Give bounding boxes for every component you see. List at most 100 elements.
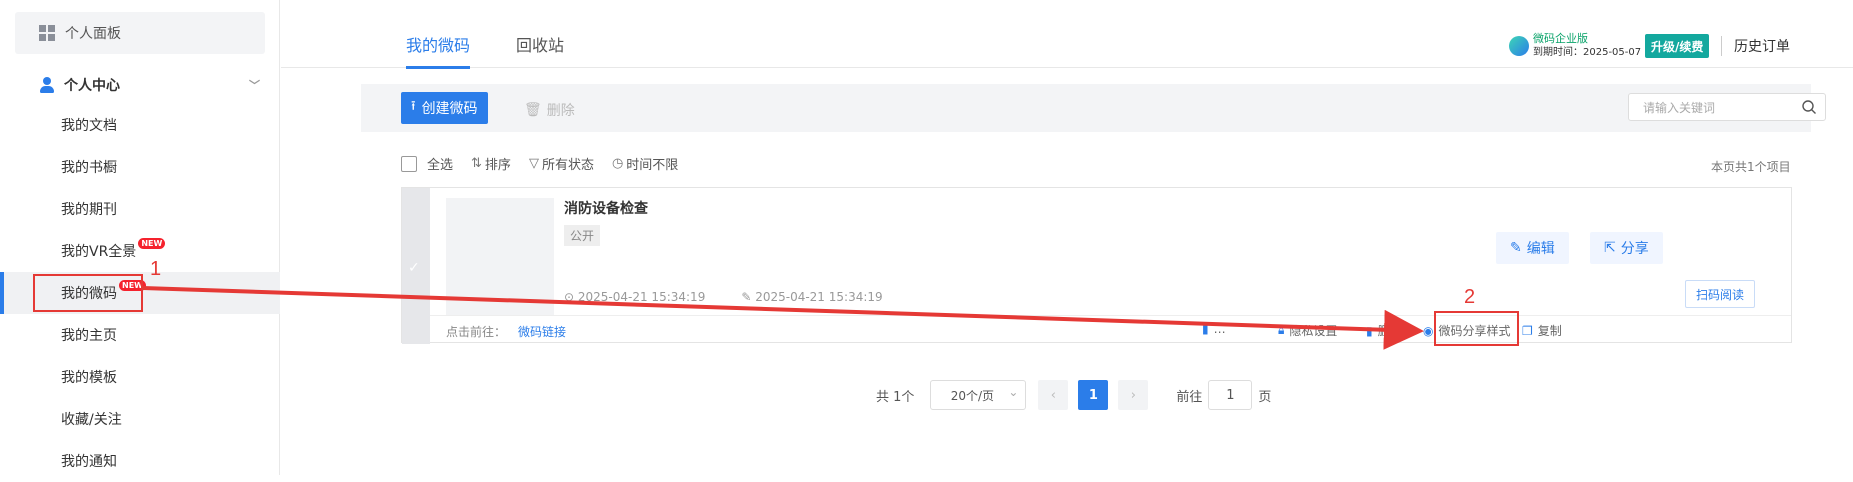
- partially-hidden-action[interactable]: ▮…: [1202, 322, 1226, 336]
- annotation-number-1: 1: [150, 258, 162, 280]
- card-action-bar: 点击前往： 微码链接 ▮… 🔒︎ 隐私设置 ▮ 删除 ◉ 微码分享样式 ❐ 复制: [430, 315, 1791, 342]
- delete-label: 删除: [546, 103, 575, 119]
- sidebar-center-label: 个人中心: [64, 78, 120, 94]
- trash-icon: ▮: [1366, 323, 1373, 338]
- sort-label: 排序: [484, 158, 511, 173]
- annotation-box-2: [1434, 311, 1519, 346]
- sidebar-panel-label: 个人面板: [65, 26, 121, 42]
- weima-logo-icon: [1509, 36, 1529, 56]
- upgrade-button[interactable]: 升级/续费: [1645, 34, 1710, 58]
- time-filter[interactable]: ◷ 时间不限: [612, 154, 678, 173]
- sidebar-item-documents[interactable]: 我的文档: [0, 104, 280, 146]
- user-icon: [38, 76, 56, 94]
- sidebar-item-vr[interactable]: 我的VR全景 NEW: [0, 230, 280, 272]
- page-number[interactable]: 1: [1078, 380, 1109, 410]
- sidebar-item-homepage[interactable]: 我的主页: [0, 314, 280, 356]
- copy-icon: ❐: [1522, 323, 1533, 338]
- sidebar-personal-panel[interactable]: 个人面板: [15, 12, 265, 54]
- card-title[interactable]: 消防设备检查: [564, 198, 648, 218]
- copy-label: 复制: [1537, 324, 1562, 338]
- goto-label: 点击前往：: [446, 325, 507, 339]
- item-count: 本页共1个项目: [1711, 160, 1791, 174]
- history-orders-link[interactable]: 历史订单: [1721, 36, 1790, 56]
- sidebar-item-templates[interactable]: 我的模板: [0, 356, 280, 398]
- scan-read-button[interactable]: 扫码阅读: [1685, 280, 1756, 308]
- updated-date-value: 2025-04-21 15:34:19: [755, 290, 883, 304]
- delete-action-label: 删除: [1377, 324, 1402, 338]
- clock-icon: ◷: [611, 156, 624, 171]
- status-filter[interactable]: ▽ 所有状态: [529, 154, 594, 173]
- sidebar-item-label: 我的主页: [61, 328, 117, 344]
- main-content: 我的微码 回收站 微码企业版 到期时间：2025-05-07 升级/续费 历史订…: [281, 0, 1853, 475]
- pencil-icon: ✎: [1510, 240, 1522, 256]
- pagination: 共 1个 20个/页 ‹ 1 › 前往 1 页: [876, 380, 1271, 410]
- share-label: 分享: [1620, 241, 1649, 257]
- sidebar-item-bookshelf[interactable]: 我的书橱: [0, 146, 280, 188]
- sidebar: 个人面板 个人中心 ﹀ 我的文档 我的书橱 我的期刊 我的VR全景 NEW 我的微…: [0, 0, 280, 475]
- share-icon: ⇱: [1604, 240, 1616, 256]
- lock-icon: 🔒︎: [1278, 323, 1285, 337]
- edit-button[interactable]: ✎ 编辑: [1496, 232, 1569, 264]
- time-label: 时间不限: [626, 158, 679, 173]
- goto-page-input[interactable]: 1: [1208, 380, 1253, 410]
- filter-bar: 全选 ⇅ 排序 ▽ 所有状态 ◷ 时间不限: [401, 154, 696, 173]
- select-all-label[interactable]: 全选: [427, 154, 453, 173]
- sidebar-personal-center[interactable]: 个人中心 ﹀: [38, 72, 268, 98]
- annotation-box-1: [33, 274, 143, 312]
- sidebar-item-label: 我的期刊: [61, 202, 117, 218]
- sidebar-item-label: 收藏/关注: [61, 412, 122, 428]
- privacy-settings-button[interactable]: 🔒︎ 隐私设置: [1278, 322, 1337, 339]
- expire-date: 到期时间：2025-05-07: [1533, 47, 1642, 58]
- toolbar: ⭱ 创建微码 🗑 删除 请输入关键词: [361, 84, 1826, 132]
- search-icon[interactable]: [1801, 99, 1817, 115]
- sidebar-item-journals[interactable]: 我的期刊: [0, 188, 280, 230]
- status-label: 所有状态: [541, 158, 594, 173]
- filter-icon: ▽: [528, 156, 539, 171]
- sidebar-item-label: 我的书橱: [61, 160, 117, 176]
- delete-action[interactable]: ▮ 删除: [1366, 322, 1402, 339]
- card-select-checkbox[interactable]: ✓: [402, 188, 430, 344]
- card-dates: ⊙ 2025-04-21 15:34:19 ✎ 2025-04-21 15:34…: [564, 290, 919, 304]
- sidebar-item-label: 我的通知: [61, 454, 117, 470]
- updated-date: ✎ 2025-04-21 15:34:19: [741, 290, 883, 304]
- sort-filter[interactable]: ⇅ 排序: [471, 154, 511, 173]
- next-page-button[interactable]: ›: [1118, 380, 1149, 410]
- enterprise-name: 微码企业版: [1533, 32, 1588, 45]
- partially-hidden-label: …: [1213, 322, 1226, 336]
- prev-page-button[interactable]: ‹: [1038, 380, 1069, 410]
- sidebar-item-notifications[interactable]: 我的通知: [0, 440, 280, 482]
- annotation-number-2: 2: [1464, 286, 1476, 308]
- share-button[interactable]: ⇱ 分享: [1590, 232, 1663, 264]
- page-unit-label: 页: [1258, 389, 1272, 405]
- sort-icon: ⇅: [471, 156, 482, 171]
- card-thumbnail[interactable]: [446, 198, 554, 318]
- delete-button[interactable]: 🗑 删除: [524, 100, 575, 120]
- tab-my-weima[interactable]: 我的微码: [406, 32, 471, 69]
- sidebar-item-label: 我的文档: [61, 118, 117, 134]
- search-input[interactable]: 请输入关键词: [1628, 93, 1826, 121]
- weima-card: ✓ 消防设备检查 公开 ⊙ 2025-04-21 15:34:19 ✎ 2025…: [401, 187, 1792, 344]
- trash-icon: 🗑: [524, 102, 542, 118]
- sidebar-item-label: 我的模板: [61, 370, 117, 386]
- edit-label: 编辑: [1526, 241, 1555, 257]
- wechat-icon: ◉: [1423, 323, 1434, 338]
- enterprise-info: 微码企业版 到期时间：2025-05-07: [1509, 32, 1641, 60]
- sidebar-item-favorites[interactable]: 收藏/关注: [0, 398, 280, 440]
- total-count: 共 1个: [876, 389, 915, 405]
- copy-action[interactable]: ❐ 复制: [1522, 322, 1562, 339]
- create-weima-button[interactable]: ⭱ 创建微码: [401, 92, 488, 124]
- tab-bar: 我的微码 回收站 微码企业版 到期时间：2025-05-07 升级/续费 历史订…: [281, 0, 1853, 69]
- search-placeholder: 请输入关键词: [1643, 100, 1716, 115]
- dashboard-icon: [39, 25, 55, 41]
- privacy-label: 隐私设置: [1289, 324, 1338, 338]
- select-all-checkbox[interactable]: [401, 155, 417, 172]
- page-size-select[interactable]: 20个/页: [930, 380, 1027, 410]
- goto-page-label: 前往: [1176, 389, 1203, 405]
- sidebar-item-label: 我的VR全景: [61, 244, 137, 260]
- doc-icon: ▮: [1202, 322, 1209, 336]
- upload-icon: ⭱: [411, 99, 416, 114]
- weima-link[interactable]: 微码链接: [518, 325, 566, 339]
- tab-recycle-bin[interactable]: 回收站: [516, 32, 564, 56]
- check-icon: ✓: [408, 260, 420, 276]
- goto-text: 点击前往： 微码链接: [446, 323, 566, 340]
